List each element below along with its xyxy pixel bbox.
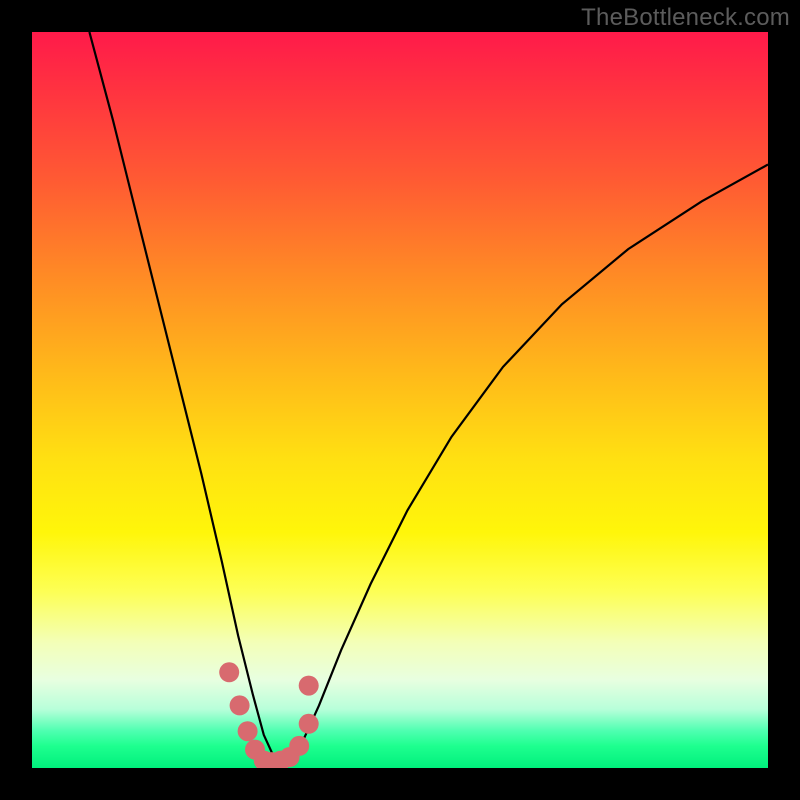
highlight-dots: [219, 662, 319, 768]
highlight-dot: [238, 721, 258, 741]
chart-frame: TheBottleneck.com: [0, 0, 800, 800]
highlight-dot: [219, 662, 239, 682]
highlight-dot: [299, 676, 319, 696]
highlight-dot: [299, 714, 319, 734]
plot-area: [32, 32, 768, 768]
bottleneck-curve-svg: [32, 32, 768, 768]
watermark-text: TheBottleneck.com: [581, 4, 790, 32]
highlight-dot: [230, 695, 250, 715]
highlight-dot: [289, 736, 309, 756]
bottleneck-curve: [89, 32, 768, 761]
